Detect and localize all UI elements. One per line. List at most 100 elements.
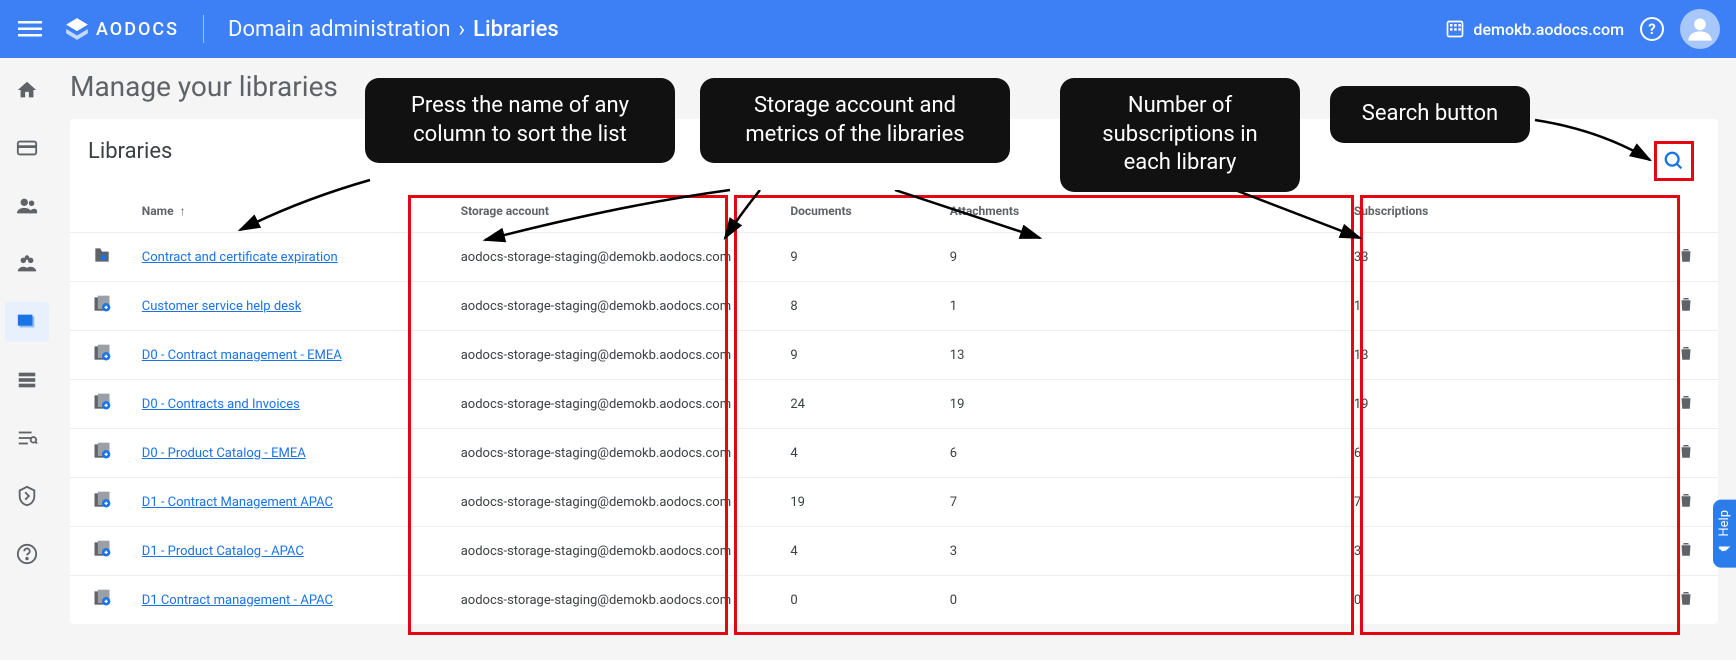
nav-audit[interactable] — [7, 418, 47, 458]
delete-icon[interactable] — [1677, 253, 1695, 268]
library-icon — [92, 490, 114, 510]
storage-cell: aodocs-storage-staging@demokb.aodocs.com — [453, 576, 783, 625]
menu-icon[interactable] — [16, 15, 44, 43]
callout-storage: Storage account and metrics of the libra… — [700, 78, 1010, 163]
nav-libraries[interactable] — [5, 302, 49, 342]
attachments-cell: 19 — [942, 380, 1346, 429]
library-icon — [92, 588, 114, 608]
storage-cell: aodocs-storage-staging@demokb.aodocs.com — [453, 331, 783, 380]
nav-security[interactable] — [7, 476, 47, 516]
attachments-cell: 9 — [942, 233, 1346, 282]
subscriptions-cell: 1 — [1346, 282, 1654, 331]
attachments-cell: 3 — [942, 527, 1346, 576]
library-icon — [92, 441, 114, 461]
library-link[interactable]: D1 Contract management - APAC — [142, 593, 333, 608]
breadcrumb: Domain administration › Libraries — [228, 17, 559, 42]
nav-home[interactable] — [7, 70, 47, 110]
nav-users[interactable] — [7, 186, 47, 226]
help-icon[interactable]: ? — [1640, 17, 1664, 41]
brand-text: AODOCS — [96, 19, 179, 40]
column-header-attachments[interactable]: Attachments — [942, 194, 1346, 233]
attachments-cell: 7 — [942, 478, 1346, 527]
avatar[interactable] — [1680, 9, 1720, 49]
svg-text:?: ? — [1648, 20, 1655, 38]
nav-billing[interactable] — [7, 128, 47, 168]
column-header-documents[interactable]: Documents — [782, 194, 941, 233]
column-header-name[interactable]: Name↑ — [134, 194, 453, 233]
domain-icon — [1445, 19, 1465, 39]
documents-cell: 9 — [782, 331, 941, 380]
library-icon — [92, 245, 114, 265]
table-row: Contract and certificate expiration aodoc… — [70, 233, 1718, 282]
storage-cell: aodocs-storage-staging@demokb.aodocs.com — [453, 380, 783, 429]
brand-logo[interactable]: AODOCS — [64, 16, 179, 42]
callout-sort: Press the name of any column to sort the… — [365, 78, 675, 163]
subscriptions-cell: 33 — [1346, 233, 1654, 282]
table-row: Customer service help desk aodocs-storage… — [70, 282, 1718, 331]
column-header-subscriptions[interactable]: Subscriptions — [1346, 194, 1654, 233]
help-tab[interactable]: ☁Help — [1713, 500, 1736, 568]
sort-asc-icon: ↑ — [180, 204, 186, 218]
domain-label: demokb.aodocs.com — [1473, 20, 1624, 39]
storage-cell: aodocs-storage-staging@demokb.aodocs.com — [453, 233, 783, 282]
table-row: D0 - Contracts and Invoices aodocs-storag… — [70, 380, 1718, 429]
storage-cell: aodocs-storage-staging@demokb.aodocs.com — [453, 429, 783, 478]
callout-search: Search button — [1330, 86, 1530, 143]
table-row: D1 - Contract Management APAC aodocs-stor… — [70, 478, 1718, 527]
attachments-cell: 6 — [942, 429, 1346, 478]
libraries-card: Libraries Name↑ Storage account Document… — [70, 119, 1718, 624]
library-link[interactable]: D0 - Product Catalog - EMEA — [142, 446, 306, 461]
documents-cell: 8 — [782, 282, 941, 331]
table-row: D0 - Contract management - EMEA aodocs-st… — [70, 331, 1718, 380]
nav-help[interactable] — [7, 534, 47, 574]
library-link[interactable]: D1 - Product Catalog - APAC — [142, 544, 304, 559]
delete-icon[interactable] — [1677, 596, 1695, 611]
library-icon — [92, 294, 114, 314]
delete-icon[interactable] — [1677, 449, 1695, 464]
column-header-storage[interactable]: Storage account — [453, 194, 783, 233]
top-bar: AODOCS Domain administration › Libraries… — [0, 0, 1736, 58]
storage-cell: aodocs-storage-staging@demokb.aodocs.com — [453, 282, 783, 331]
libraries-table: Name↑ Storage account Documents Attachme… — [70, 194, 1718, 624]
subscriptions-cell: 19 — [1346, 380, 1654, 429]
documents-cell: 19 — [782, 478, 941, 527]
delete-icon[interactable] — [1677, 498, 1695, 513]
attachments-cell: 1 — [942, 282, 1346, 331]
delete-icon[interactable] — [1677, 351, 1695, 366]
nav-storage[interactable] — [7, 360, 47, 400]
search-button[interactable] — [1654, 141, 1694, 181]
breadcrumb-current: Libraries — [473, 17, 559, 42]
library-link[interactable]: Contract and certificate expiration — [142, 250, 338, 265]
table-row: D1 - Product Catalog - APAC aodocs-storag… — [70, 527, 1718, 576]
search-icon — [1663, 150, 1685, 172]
library-link[interactable]: D1 - Contract Management APAC — [142, 495, 333, 510]
attachments-cell: 0 — [942, 576, 1346, 625]
documents-cell: 24 — [782, 380, 941, 429]
documents-cell: 4 — [782, 429, 941, 478]
attachments-cell: 13 — [942, 331, 1346, 380]
library-icon — [92, 392, 114, 412]
storage-cell: aodocs-storage-staging@demokb.aodocs.com — [453, 478, 783, 527]
documents-cell: 9 — [782, 233, 941, 282]
side-nav — [0, 58, 54, 660]
chevron-right-icon: › — [459, 17, 466, 42]
table-row: D1 Contract management - APAC aodocs-stor… — [70, 576, 1718, 625]
subscriptions-cell: 6 — [1346, 429, 1654, 478]
storage-cell: aodocs-storage-staging@demokb.aodocs.com — [453, 527, 783, 576]
library-icon — [92, 343, 114, 363]
callout-subs: Number of subscriptions in each library — [1060, 78, 1300, 192]
domain-chip[interactable]: demokb.aodocs.com — [1445, 19, 1624, 39]
subscriptions-cell: 13 — [1346, 331, 1654, 380]
library-link[interactable]: Customer service help desk — [142, 299, 302, 314]
documents-cell: 4 — [782, 527, 941, 576]
delete-icon[interactable] — [1677, 302, 1695, 317]
library-link[interactable]: D0 - Contract management - EMEA — [142, 348, 342, 363]
subscriptions-cell: 3 — [1346, 527, 1654, 576]
subscriptions-cell: 0 — [1346, 576, 1654, 625]
nav-groups[interactable] — [7, 244, 47, 284]
library-link[interactable]: D0 - Contracts and Invoices — [142, 397, 300, 412]
delete-icon[interactable] — [1677, 400, 1695, 415]
breadcrumb-parent[interactable]: Domain administration — [228, 17, 451, 42]
subscriptions-cell: 7 — [1346, 478, 1654, 527]
delete-icon[interactable] — [1677, 547, 1695, 562]
